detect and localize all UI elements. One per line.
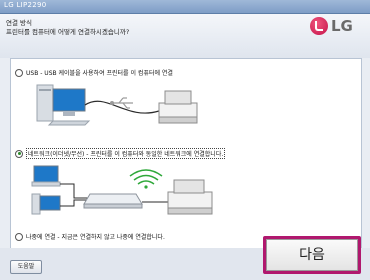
next-button[interactable]: 다음 xyxy=(266,239,358,271)
radio-later[interactable] xyxy=(15,232,23,241)
radio-usb[interactable] xyxy=(15,68,23,77)
lg-logo: LG xyxy=(310,15,366,37)
options-panel: USB - USB 케이블을 사용하여 프린터를 이 컴퓨터에 연결 네트워크(… xyxy=(10,58,362,250)
network-illustration xyxy=(31,165,213,215)
usb-illustration xyxy=(36,84,198,126)
lg-logo-icon xyxy=(310,17,328,35)
window-title: LG LIP2290 xyxy=(4,1,47,9)
option-network-label: 네트워크(이더넷/무선) - 프린터를 이 컴퓨터와 동일한 네트워크에 연결합… xyxy=(26,148,226,159)
help-button[interactable]: 도움말 xyxy=(10,260,42,274)
option-network[interactable]: 네트워크(이더넷/무선) - 프린터를 이 컴퓨터와 동일한 네트워크에 연결합… xyxy=(15,148,226,159)
bottom-bar: 도움말 다음 xyxy=(0,236,370,280)
installer-window: LG LIP2290 연결 방식 프린터를 컴퓨터에 어떻게 연결하시겠습니까?… xyxy=(0,0,370,280)
option-later[interactable]: 나중에 연결 - 지금은 연결하지 않고 나중에 연결합니다. xyxy=(15,232,165,241)
title-bar: LG LIP2290 xyxy=(0,0,370,14)
connection-question: 프린터를 컴퓨터에 어떻게 연결하시겠습니까? xyxy=(6,28,130,36)
option-later-label: 나중에 연결 - 지금은 연결하지 않고 나중에 연결합니다. xyxy=(26,234,165,241)
radio-network[interactable] xyxy=(15,149,23,158)
option-usb-label: USB - USB 케이블을 사용하여 프린터를 이 컴퓨터에 연결 xyxy=(26,70,173,77)
option-usb[interactable]: USB - USB 케이블을 사용하여 프린터를 이 컴퓨터에 연결 xyxy=(15,68,173,77)
lg-logo-text: LG xyxy=(331,17,353,35)
next-button-highlight: 다음 xyxy=(263,236,361,274)
